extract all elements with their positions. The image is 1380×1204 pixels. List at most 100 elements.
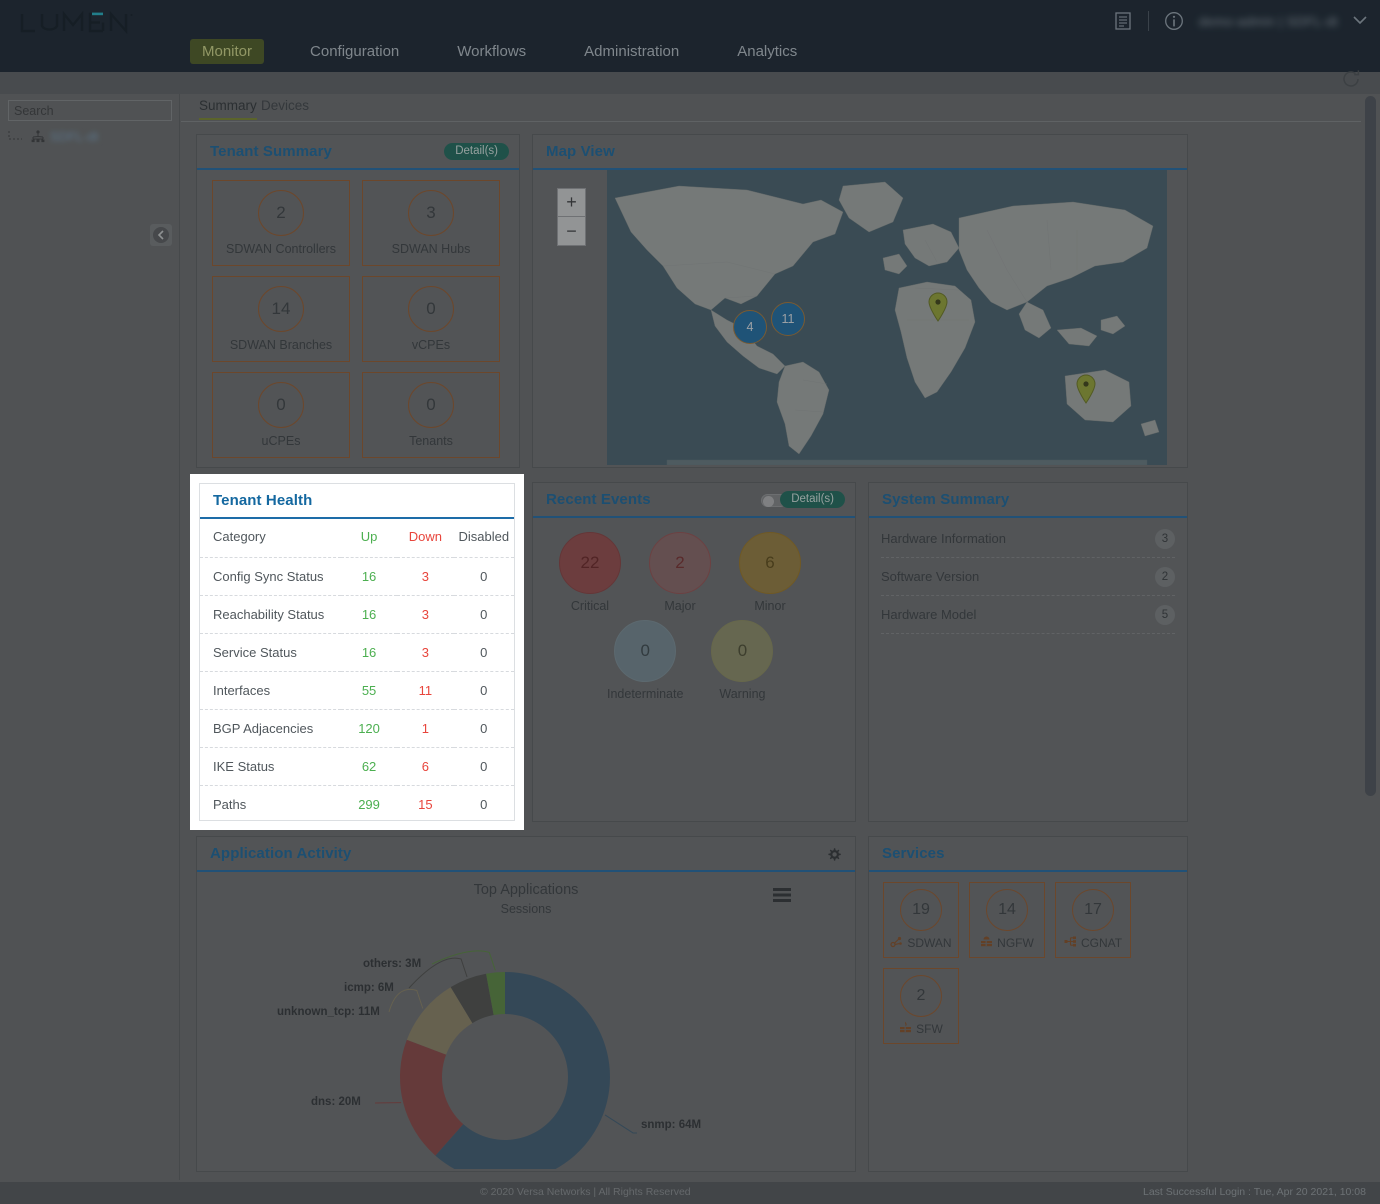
- cell-up[interactable]: 16: [341, 557, 397, 595]
- panel-title-tenant-summary: Tenant Summary: [197, 143, 332, 160]
- system-row-label: Software Version: [881, 569, 979, 584]
- tile-tenants[interactable]: 0 Tenants: [362, 372, 500, 458]
- cell-down[interactable]: 1: [397, 709, 453, 747]
- list-report-icon[interactable]: [1112, 10, 1134, 32]
- cell-down[interactable]: 11: [397, 671, 453, 709]
- map-cluster-4[interactable]: 4: [733, 310, 767, 344]
- panel-header: Recent Events Detail(s): [533, 483, 855, 518]
- cell-up[interactable]: 299: [341, 785, 397, 823]
- system-row-label: Hardware Information: [881, 531, 1006, 546]
- service-tile-cgnat[interactable]: 17 CGNAT: [1055, 882, 1131, 958]
- panel-header: Tenant Health: [200, 484, 514, 519]
- severity-minor[interactable]: 6 Minor: [739, 532, 801, 613]
- collapse-sidebar-button[interactable]: [150, 224, 172, 246]
- table-row[interactable]: Service Status 16 3 0: [200, 633, 514, 671]
- service-tile-sdwan[interactable]: 19 SDWAN: [883, 882, 959, 958]
- cell-up[interactable]: 16: [341, 633, 397, 671]
- sfw-firewall-icon: [899, 1021, 912, 1037]
- table-row[interactable]: IKE Status 62 6 0: [200, 747, 514, 785]
- cell-up[interactable]: 62: [341, 747, 397, 785]
- vertical-scrollbar-thumb[interactable]: [1365, 96, 1376, 796]
- system-row-software-version[interactable]: Software Version 2: [881, 558, 1175, 596]
- system-row-hardware-model[interactable]: Hardware Model 5: [881, 596, 1175, 634]
- info-icon[interactable]: [1163, 10, 1185, 32]
- severity-warning[interactable]: 0 Warning: [711, 620, 773, 701]
- cell-disabled[interactable]: 0: [454, 671, 514, 709]
- cell-down[interactable]: 15: [397, 785, 453, 823]
- cell-category: IKE Status: [200, 747, 341, 785]
- severity-indeterminate[interactable]: 0 Indeterminate: [607, 620, 683, 701]
- nav-item-monitor[interactable]: Monitor: [190, 39, 264, 64]
- gear-icon[interactable]: [825, 846, 843, 864]
- cell-down[interactable]: 3: [397, 633, 453, 671]
- table-row[interactable]: Config Sync Status 16 3 0: [200, 557, 514, 595]
- map-cluster-count: 11: [782, 312, 795, 326]
- system-row-count: 3: [1155, 529, 1175, 549]
- leader-line-unknown_tcp: [389, 989, 423, 1012]
- cell-down[interactable]: 3: [397, 595, 453, 633]
- severity-row-top: 22 Critical 2 Major 6 Minor: [559, 532, 801, 613]
- severity-critical[interactable]: 22 Critical: [559, 532, 621, 613]
- severity-major[interactable]: 2 Major: [649, 532, 711, 613]
- service-tile-ngfw[interactable]: 14 NGFW: [969, 882, 1045, 958]
- panel-body: Category Up Down Disabled Config Sync St…: [200, 519, 514, 823]
- tab-summary[interactable]: Summary: [199, 98, 257, 120]
- panel-title-map-view: Map View: [533, 143, 615, 160]
- top-applications-donut-chart[interactable]: Top Applications Sessions others: 3M icm…: [197, 872, 855, 1169]
- cell-disabled[interactable]: 0: [454, 785, 514, 823]
- tenant-tree-item[interactable]: SDFL-dt: [6, 126, 174, 148]
- table-row[interactable]: Paths 299 15 0: [200, 785, 514, 823]
- tile-vcpes[interactable]: 0 vCPEs: [362, 276, 500, 362]
- cell-up[interactable]: 55: [341, 671, 397, 709]
- nav-item-administration[interactable]: Administration: [572, 39, 691, 64]
- panel-title-tenant-health: Tenant Health: [200, 492, 312, 509]
- tab-devices[interactable]: Devices: [261, 98, 309, 118]
- tabs-divider: [181, 121, 1361, 122]
- cell-down[interactable]: 3: [397, 557, 453, 595]
- cell-down[interactable]: 6: [397, 747, 453, 785]
- system-row-hardware-information[interactable]: Hardware Information 3: [881, 520, 1175, 558]
- tenant-summary-details-button[interactable]: Detail(s): [444, 143, 509, 160]
- cell-category: Interfaces: [200, 671, 341, 709]
- cell-disabled[interactable]: 0: [454, 747, 514, 785]
- severity-count: 6: [739, 532, 801, 594]
- cell-disabled[interactable]: 0: [454, 633, 514, 671]
- world-map[interactable]: 4 11: [607, 170, 1167, 465]
- table-row[interactable]: Reachability Status 16 3 0: [200, 595, 514, 633]
- tile-sdwan-controllers[interactable]: 2 SDWAN Controllers: [212, 180, 350, 266]
- service-footer: NGFW: [980, 935, 1034, 951]
- cell-up[interactable]: 120: [341, 709, 397, 747]
- map-cluster-count: 4: [747, 320, 754, 334]
- refresh-icon[interactable]: [1340, 68, 1362, 90]
- severity-label: Indeterminate: [607, 687, 683, 701]
- cell-disabled[interactable]: 0: [454, 557, 514, 595]
- slice-label-unknown-tcp: unknown_tcp: 11M: [277, 1006, 380, 1018]
- tile-ucpes[interactable]: 0 uCPEs: [212, 372, 350, 458]
- service-label: CGNAT: [1081, 936, 1122, 950]
- tile-sdwan-hubs[interactable]: 3 SDWAN Hubs: [362, 180, 500, 266]
- table-row[interactable]: BGP Adjacencies 120 1 0: [200, 709, 514, 747]
- search-input[interactable]: [8, 100, 172, 121]
- service-label: SFW: [916, 1022, 943, 1036]
- table-row[interactable]: Interfaces 55 11 0: [200, 671, 514, 709]
- severity-count: 0: [711, 620, 773, 682]
- nav-item-configuration[interactable]: Configuration: [298, 39, 411, 64]
- map-zoom-out-button[interactable]: −: [557, 217, 586, 246]
- service-tile-sfw[interactable]: 2 SFW: [883, 968, 959, 1044]
- vertical-scrollbar[interactable]: [1365, 96, 1376, 1176]
- nav-item-analytics[interactable]: Analytics: [725, 39, 809, 64]
- cell-disabled[interactable]: 0: [454, 709, 514, 747]
- chevron-down-icon[interactable]: [1352, 13, 1368, 30]
- panel-application-activity: Application Activity Top Applications Se…: [196, 836, 856, 1172]
- cell-disabled[interactable]: 0: [454, 595, 514, 633]
- tile-value: 3: [408, 190, 454, 236]
- recent-events-details-button[interactable]: Detail(s): [780, 491, 845, 508]
- lumen-logo[interactable]: [18, 10, 138, 38]
- map-zoom-in-button[interactable]: +: [557, 188, 586, 217]
- tile-sdwan-branches[interactable]: 14 SDWAN Branches: [212, 276, 350, 362]
- nav-item-workflows[interactable]: Workflows: [445, 39, 538, 64]
- horizontal-scrollbar[interactable]: [181, 1173, 1361, 1182]
- map-cluster-11[interactable]: 11: [771, 302, 805, 336]
- panel-system-summary: System Summary Hardware Information 3 So…: [868, 482, 1188, 822]
- cell-up[interactable]: 16: [341, 595, 397, 633]
